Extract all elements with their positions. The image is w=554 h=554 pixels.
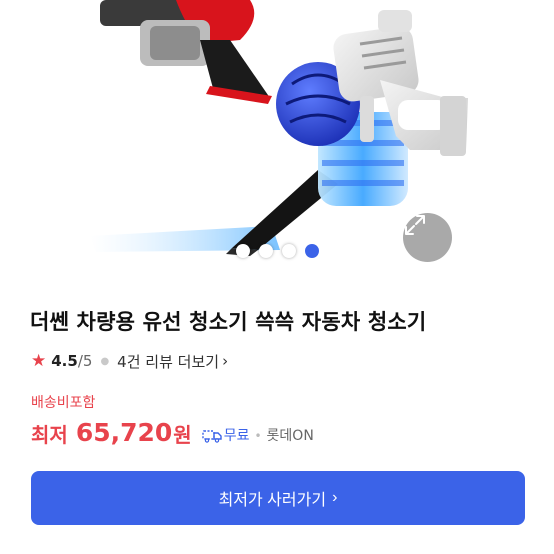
star-icon: ★ [31, 351, 47, 371]
chevron-right-icon: › [332, 489, 338, 506]
carousel-indicator[interactable] [236, 244, 319, 258]
price-prefix: 최저 [31, 423, 68, 447]
carousel-dot-active[interactable] [305, 244, 319, 258]
price-unit: 원 [173, 423, 192, 447]
separator-dot: ● [100, 355, 110, 367]
price-row: 최저 65,720 원 무료 • 롯데ON [31, 416, 314, 448]
carousel-dot[interactable] [236, 244, 250, 258]
product-title: 더쎈 차량용 유선 청소기 쓱쓱 자동차 청소기 [30, 310, 427, 334]
shipping-included-label: 배송비포함 [31, 395, 96, 411]
carousel-dot[interactable] [282, 244, 296, 258]
rating-row: ★ 4.5 /5 ● 4건 리뷰 더보기 › [31, 350, 228, 372]
expand-image-button[interactable] [403, 213, 452, 262]
free-shipping-badge: 무료 [202, 424, 250, 448]
price-value: 65,720 [75, 418, 173, 447]
rating-score: 4.5 [51, 352, 78, 370]
separator-dot: • [254, 429, 262, 443]
vacuum-illustration [90, 0, 468, 256]
reviews-link[interactable]: 4건 리뷰 더보기 [117, 351, 219, 372]
expand-arrows-icon [405, 215, 425, 235]
product-image[interactable] [0, 0, 554, 282]
buy-lowest-price-button[interactable]: 최저가 사러가기 › [31, 471, 525, 525]
carousel-dot[interactable] [259, 244, 273, 258]
buy-button-label: 최저가 사러가기 [218, 492, 327, 509]
chevron-right-icon[interactable]: › [222, 352, 228, 370]
free-shipping-label: 무료 [223, 428, 250, 444]
truck-icon [202, 430, 222, 443]
rating-max: /5 [77, 352, 93, 370]
mall-name: 롯데ON [266, 428, 314, 444]
